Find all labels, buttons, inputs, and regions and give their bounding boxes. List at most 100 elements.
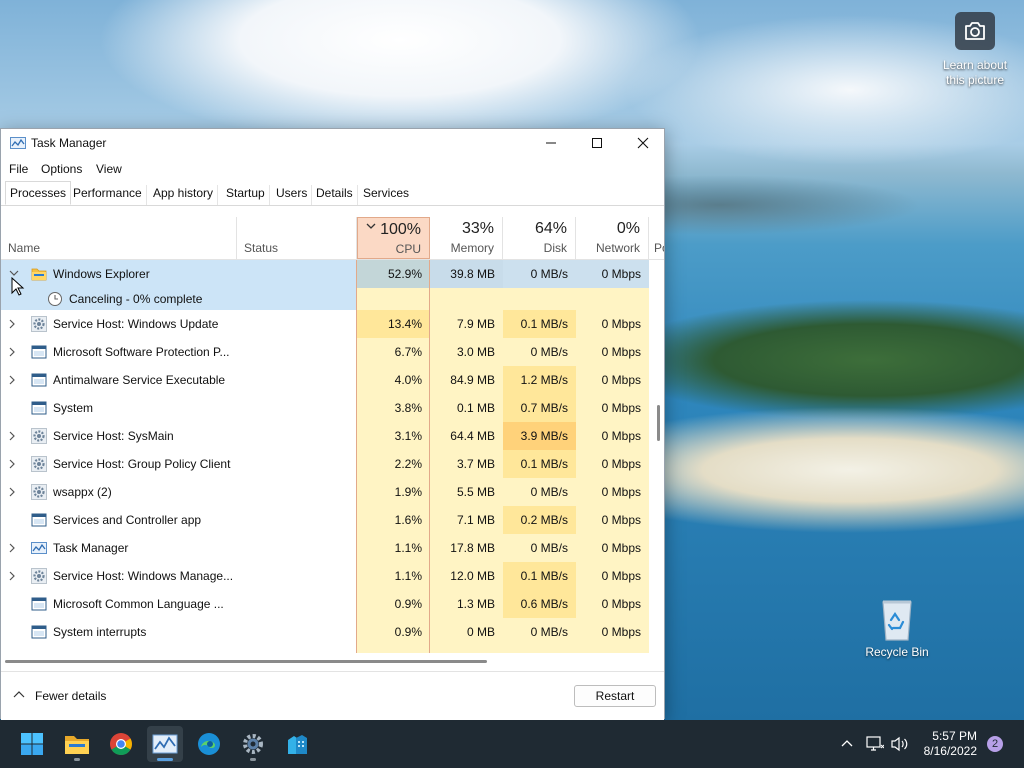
active-indicator bbox=[157, 758, 173, 761]
task-manager-app-icon bbox=[10, 137, 26, 149]
column-power-label: Po bbox=[654, 241, 664, 255]
process-row-system-interrupts[interactable]: System interrupts 0.9% 0 MB 0 MB/s 0 Mbps bbox=[1, 618, 649, 646]
sorted-column-right-edge bbox=[429, 260, 430, 653]
process-row-antimalware-service-executable[interactable]: Antimalware Service Executable 4.0% 84.9 M… bbox=[1, 366, 649, 394]
process-subrow-status[interactable]: Canceling - 0% complete bbox=[1, 288, 649, 310]
process-row-windows-explorer[interactable]: Windows Explorer 52.9% 39.8 MB 0 MB/s 0 … bbox=[1, 260, 649, 288]
column-memory[interactable]: 33% Memory bbox=[430, 217, 503, 259]
windows-logo-icon bbox=[21, 733, 43, 755]
chevron-up-icon[interactable] bbox=[841, 739, 853, 747]
title-bar[interactable]: Task Manager bbox=[1, 129, 664, 157]
subrow-cpu-cell bbox=[357, 288, 430, 310]
column-power[interactable]: Po bbox=[649, 217, 664, 259]
gear-icon bbox=[243, 734, 263, 754]
volume-icon[interactable] bbox=[891, 736, 909, 752]
horizontal-scroll-thumb[interactable] bbox=[5, 660, 487, 663]
process-row-services-and-controller-app[interactable]: Services and Controller app 1.6% 7.1 MB 0.2… bbox=[1, 506, 649, 534]
network-cell: 0 Mbps bbox=[576, 366, 649, 394]
memory-cell: 1.3 MB bbox=[430, 590, 503, 618]
disk-cell: 3.9 MB/s bbox=[503, 422, 576, 450]
menu-file[interactable]: File bbox=[9, 162, 28, 176]
vertical-scroll-thumb[interactable] bbox=[657, 405, 660, 441]
taskbar-settings[interactable] bbox=[235, 726, 271, 762]
process-name: Service Host: Windows Update bbox=[53, 317, 219, 331]
memory-cell: 39.8 MB bbox=[430, 260, 503, 288]
process-row-microsoft-software-protection-p[interactable]: Microsoft Software Protection P... 6.7% 3.… bbox=[1, 338, 649, 366]
memory-cell: 0 MB bbox=[430, 618, 503, 646]
tab-performance[interactable]: Performance bbox=[69, 185, 147, 205]
expand-chevron-icon[interactable] bbox=[9, 571, 16, 581]
expand-chevron-icon[interactable] bbox=[9, 347, 16, 357]
process-name: Service Host: Windows Manage... bbox=[53, 569, 234, 583]
expand-chevron-icon[interactable] bbox=[9, 543, 16, 553]
column-status-label: Status bbox=[244, 241, 279, 255]
app-window-icon bbox=[31, 401, 47, 415]
partial-cell bbox=[357, 646, 430, 653]
tab-processes[interactable]: Processes bbox=[5, 181, 72, 205]
expand-chevron-icon[interactable] bbox=[9, 319, 16, 329]
expand-chevron-icon[interactable] bbox=[9, 431, 16, 441]
taskbar-chrome[interactable] bbox=[103, 726, 139, 762]
tab-users[interactable]: Users bbox=[272, 185, 313, 205]
column-network[interactable]: 0% Network bbox=[576, 217, 649, 259]
process-row-task-manager[interactable]: Task Manager 1.1% 17.8 MB 0 MB/s 0 Mbps bbox=[1, 534, 649, 562]
column-status[interactable]: Status bbox=[237, 217, 357, 259]
taskbar-edge[interactable] bbox=[191, 726, 227, 762]
cpu-cell: 0.9% bbox=[357, 590, 430, 618]
blue-building-icon bbox=[288, 735, 307, 754]
app-window-icon bbox=[31, 625, 47, 639]
cpu-cell: 1.1% bbox=[357, 534, 430, 562]
chevron-up-icon[interactable] bbox=[13, 690, 25, 698]
menu-view[interactable]: View bbox=[96, 162, 122, 176]
taskbar-file-explorer[interactable] bbox=[59, 726, 95, 762]
process-row-service-host-windows-update[interactable]: Service Host: Windows Update 13.4% 7.9 MB 0… bbox=[1, 310, 649, 338]
cpu-cell: 3.1% bbox=[357, 422, 430, 450]
column-disk[interactable]: 64% Disk bbox=[503, 217, 576, 259]
network-icon[interactable] bbox=[866, 736, 884, 752]
tab-services[interactable]: Services bbox=[359, 185, 413, 205]
network-cell: 0 Mbps bbox=[576, 450, 649, 478]
column-cpu-label: CPU bbox=[395, 242, 421, 256]
network-cell: 0 Mbps bbox=[576, 506, 649, 534]
tab-startup[interactable]: Startup bbox=[222, 185, 270, 205]
process-row-wsappx-2[interactable]: wsappx (2) 1.9% 5.5 MB 0 MB/s 0 Mbps bbox=[1, 478, 649, 506]
expand-chevron-icon[interactable] bbox=[9, 375, 16, 385]
cpu-cell: 1.9% bbox=[357, 478, 430, 506]
taskbar-azure-data-studio[interactable] bbox=[279, 726, 315, 762]
tab-details[interactable]: Details bbox=[312, 185, 358, 205]
operation-status-text: Canceling - 0% complete bbox=[69, 292, 203, 306]
disk-cell: 0.1 MB/s bbox=[503, 450, 576, 478]
disk-cell: 0 MB/s bbox=[503, 478, 576, 506]
menu-options[interactable]: Options bbox=[41, 162, 82, 176]
notification-badge[interactable]: 2 bbox=[987, 736, 1003, 752]
cpu-cell: 6.7% bbox=[357, 338, 430, 366]
fewer-details-link[interactable]: Fewer details bbox=[35, 689, 106, 703]
expand-chevron-icon[interactable] bbox=[9, 487, 16, 497]
vertical-scrollbar[interactable] bbox=[651, 260, 664, 653]
memory-cell: 7.9 MB bbox=[430, 310, 503, 338]
recycle-bin-desktop-icon[interactable]: Recycle Bin bbox=[862, 598, 932, 659]
collapse-chevron-icon[interactable] bbox=[9, 270, 19, 277]
expand-chevron-icon[interactable] bbox=[9, 459, 16, 469]
column-cpu[interactable]: 100% CPU bbox=[357, 217, 430, 259]
process-row-partial[interactable] bbox=[1, 646, 649, 653]
process-row-microsoft-common-language[interactable]: Microsoft Common Language ... 0.9% 1.3 MB 0… bbox=[1, 590, 649, 618]
task-manager-window: Task Manager File Options View Processes… bbox=[0, 128, 665, 720]
maximize-button[interactable] bbox=[574, 129, 620, 157]
process-row-service-host-windows-manage[interactable]: Service Host: Windows Manage... 1.1% 12.0 … bbox=[1, 562, 649, 590]
process-row-system[interactable]: System 3.8% 0.1 MB 0.7 MB/s 0 Mbps bbox=[1, 394, 649, 422]
learn-about-picture-button[interactable] bbox=[955, 12, 995, 50]
process-name: Services and Controller app bbox=[53, 513, 202, 527]
process-row-service-host-sysmain[interactable]: Service Host: SysMain 3.1% 64.4 MB 3.9 MB/s… bbox=[1, 422, 649, 450]
process-row-service-host-group-policy-client[interactable]: Service Host: Group Policy Client 2.2% 3.7… bbox=[1, 450, 649, 478]
clock[interactable]: 5:57 PM 8/16/2022 bbox=[915, 729, 977, 759]
close-button[interactable] bbox=[620, 129, 666, 157]
restart-button[interactable]: Restart bbox=[574, 685, 656, 707]
column-name[interactable]: Name bbox=[1, 217, 237, 259]
tab-app-history[interactable]: App history bbox=[149, 185, 219, 205]
minimize-icon bbox=[546, 142, 556, 144]
subrow-disk-cell bbox=[503, 288, 576, 310]
minimize-button[interactable] bbox=[528, 129, 574, 157]
taskbar-task-manager[interactable] bbox=[147, 726, 183, 762]
start-button[interactable] bbox=[14, 726, 50, 762]
